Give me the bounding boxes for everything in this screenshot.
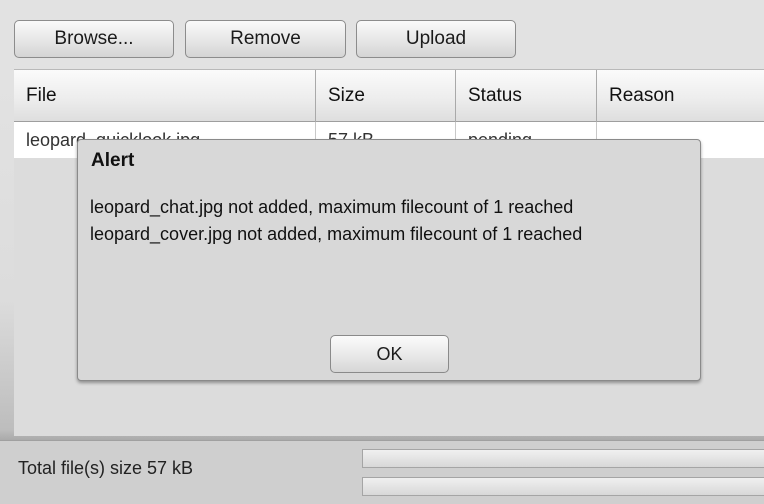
total-size-label: Total file(s) size 57 kB [18,458,194,478]
alert-title: Alert [91,150,135,171]
status-footer: Total file(s) size 57 kB [0,440,764,504]
alert-dialog: Alert leopard_chat.jpg not added, maximu… [77,139,701,381]
alert-message: leopard_chat.jpg not added, maximum file… [90,197,574,217]
ok-button[interactable]: OK [330,335,449,373]
column-header-reason[interactable]: Reason [597,70,764,122]
total-progress-bar [362,477,764,496]
file-progress-bar [362,449,764,468]
remove-button[interactable]: Remove [185,20,346,58]
column-header-file[interactable]: File [14,70,316,122]
table-header: File Size Status Reason [14,69,764,122]
toolbar: Browse... Remove Upload [0,0,764,68]
alert-message: leopard_cover.jpg not added, maximum fil… [90,224,583,244]
upload-button[interactable]: Upload [356,20,516,58]
uploader-panel: Browse... Remove Upload File Size Status… [0,0,764,504]
browse-button[interactable]: Browse... [14,20,174,58]
column-header-size[interactable]: Size [316,70,456,122]
column-header-status[interactable]: Status [456,70,597,122]
